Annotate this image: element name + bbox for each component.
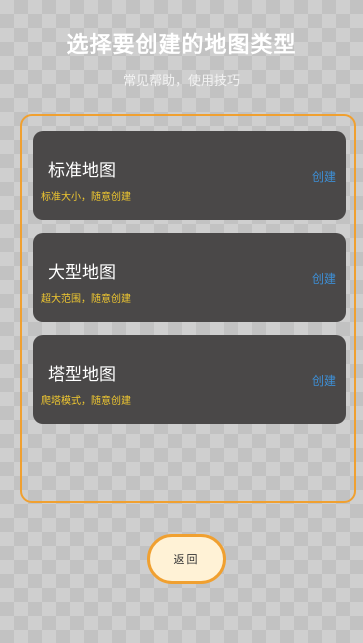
map-type-description: 标准大小，随意创建 (41, 192, 131, 203)
map-type-card-standard[interactable]: 标准地图 标准大小，随意创建 创建 (33, 131, 346, 220)
back-button[interactable]: 返回 (147, 534, 226, 584)
map-type-title: 标准地图 (48, 161, 116, 181)
map-type-card-tower[interactable]: 塔型地图 爬塔模式，随意创建 创建 (33, 335, 346, 424)
map-type-card-large[interactable]: 大型地图 超大范围，随意创建 创建 (33, 233, 346, 322)
create-tower-map-link[interactable]: 创建 (312, 372, 336, 389)
help-tips-subtitle: 常见帮助，使用技巧 (122, 74, 240, 89)
page-title: 选择要创建的地图类型 (66, 33, 297, 58)
map-type-title: 塔型地图 (48, 365, 116, 385)
map-type-description: 爬塔模式，随意创建 (41, 396, 131, 407)
map-type-title: 大型地图 (48, 263, 116, 283)
create-standard-map-link[interactable]: 创建 (312, 168, 336, 185)
map-type-description: 超大范围，随意创建 (41, 294, 131, 305)
map-type-panel: 标准地图 标准大小，随意创建 创建 大型地图 超大范围，随意创建 创建 塔型地图… (20, 114, 356, 503)
create-large-map-link[interactable]: 创建 (312, 270, 336, 287)
